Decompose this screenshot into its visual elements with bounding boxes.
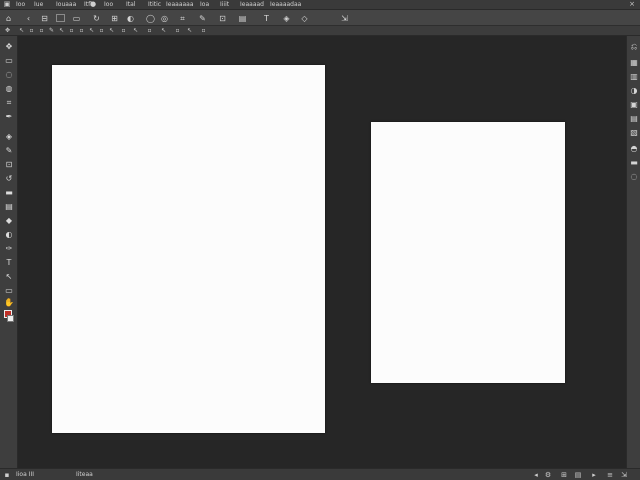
lasso-tool-icon[interactable]: ◌ [4, 70, 14, 79]
blur-tool-icon[interactable]: ◆ [4, 216, 14, 225]
options-bar: ⌂ ‹ ⊟ ▭ ↻ ⊞ ◐ ◯ ◎ ⌗ ✎ ⊡ ▤ T ◈ ◇ ⇲ [0, 10, 640, 26]
gradient-tool-icon[interactable]: ▤ [4, 202, 14, 211]
background-color-swatch[interactable] [7, 315, 14, 322]
libraries-panel-icon[interactable]: ◌ [629, 172, 639, 181]
grid-icon[interactable]: ⊞ [560, 471, 568, 479]
brush-tool-icon[interactable]: ✎ [4, 146, 14, 155]
document-canvas-left[interactable] [52, 65, 325, 433]
menu-icon[interactable]: ≡ [606, 471, 614, 479]
box-icon[interactable]: ▫ [120, 27, 127, 34]
document-canvas-right[interactable] [371, 122, 565, 383]
lasso-icon[interactable]: ◎ [160, 14, 169, 23]
marquee-tool-icon[interactable]: ▭ [4, 56, 14, 65]
panel-dock: ⎌ ▦ ▥ ◑ ▣ ▤ ▧ ◓ ▬ ◌ [626, 36, 640, 468]
brush-icon[interactable]: ✎ [48, 27, 55, 34]
box-icon[interactable]: ▫ [98, 27, 105, 34]
close-icon[interactable]: × [628, 1, 636, 8]
move-tool-icon[interactable]: ✥ [4, 27, 11, 34]
align-left-icon[interactable]: ⊟ [40, 14, 49, 23]
record-icon[interactable]: ● [89, 1, 97, 8]
adjustments-panel-icon[interactable]: ◑ [629, 86, 639, 95]
menu-item-7[interactable]: Ititic [148, 1, 161, 8]
box-icon[interactable]: ▫ [146, 27, 153, 34]
move-icon[interactable]: ‹ [24, 14, 33, 23]
rotate-icon[interactable]: ↻ [92, 14, 101, 23]
arrow-icon[interactable]: ↖ [160, 27, 167, 34]
home-icon[interactable]: ⌂ [4, 14, 13, 23]
info-icon: ▪ [4, 471, 10, 479]
crop-tool-icon[interactable]: ⌗ [4, 98, 14, 107]
menu-item-11[interactable]: Ieaaaad [240, 1, 264, 8]
crop-icon[interactable]: ⌗ [178, 14, 187, 23]
history-brush-icon[interactable]: ↺ [4, 174, 14, 183]
stamp-icon[interactable]: ⊡ [218, 14, 227, 23]
status-bar: ▪ Iioa III Iiteaa ◂ ⚙ ⊞ ▤ ▸ ≡ ⇲ [0, 468, 640, 480]
menu-item-3[interactable]: Iouaaa [56, 1, 76, 8]
tools-panel: ✥ ▭ ◌ ◍ ⌗ ✒ ◈ ✎ ⊡ ↺ ▬ ▤ ◆ ◐ ✑ T ↖ ▭ ✋ [0, 36, 18, 468]
expand-icon[interactable]: ⇲ [340, 14, 349, 23]
status-left-text: Iioa III [16, 471, 34, 478]
box-icon[interactable]: ▫ [200, 27, 207, 34]
menu-item-8[interactable]: Ieaaaaaa [166, 1, 194, 8]
clone-stamp-icon[interactable]: ⊡ [4, 160, 14, 169]
checkbox[interactable] [56, 14, 65, 22]
align-center-icon[interactable]: ▭ [72, 14, 81, 23]
arrow-right-icon[interactable]: ▸ [590, 471, 598, 479]
shape-tool-icon[interactable]: ▭ [4, 286, 14, 295]
arrow-icon[interactable]: ↖ [132, 27, 139, 34]
settings-icon[interactable]: ⚙ [544, 471, 552, 479]
grid-icon[interactable]: ⊞ [110, 14, 119, 23]
arrow-icon[interactable]: ↖ [88, 27, 95, 34]
eyedropper-icon[interactable]: ✒ [4, 112, 14, 121]
menu-item-5[interactable]: Ioo [104, 1, 113, 8]
layers-icon[interactable]: ▤ [574, 471, 582, 479]
tool-presets-strip: ✥ ↖ ▫ ▫ ✎ ↖ ▫ ▫ ↖ ▫ ↖ ▫ ↖ ▫ ↖ ▫ ↖ ▫ [0, 26, 640, 36]
arrow-icon[interactable]: ↖ [186, 27, 193, 34]
box-icon[interactable]: ▫ [78, 27, 85, 34]
menu-item-10[interactable]: Iiiit [220, 1, 229, 8]
shape-icon[interactable]: ◇ [300, 14, 309, 23]
gradient-icon[interactable]: ▤ [238, 14, 247, 23]
arrow-icon[interactable]: ↖ [108, 27, 115, 34]
menu-item-2[interactable]: Iue [34, 1, 43, 8]
ellipse-icon[interactable]: ◯ [146, 14, 155, 23]
menu-item-6[interactable]: Ital [126, 1, 135, 8]
brush-icon[interactable]: ✎ [198, 14, 207, 23]
path-icon[interactable]: ◈ [282, 14, 291, 23]
select-icon[interactable]: ◐ [126, 14, 135, 23]
arrow-left-icon[interactable]: ◂ [532, 471, 540, 479]
path-select-icon[interactable]: ↖ [4, 272, 14, 281]
zoom-label[interactable]: Iiteaa [76, 471, 93, 479]
eraser-tool-icon[interactable]: ▬ [4, 188, 14, 197]
box-icon[interactable]: ▫ [68, 27, 75, 34]
menu-item-1[interactable]: Ioo [16, 1, 25, 8]
canvas-workspace[interactable] [18, 36, 626, 468]
box-icon[interactable]: ▫ [38, 27, 45, 34]
dodge-tool-icon[interactable]: ◐ [4, 230, 14, 239]
app-logo-icon[interactable]: ▣ [3, 1, 11, 8]
styles-panel-icon[interactable]: ▣ [629, 100, 639, 109]
properties-panel-icon[interactable]: ▬ [629, 158, 639, 167]
arrow-icon[interactable]: ↖ [58, 27, 65, 34]
box-icon[interactable]: ▫ [174, 27, 181, 34]
history-panel-icon[interactable]: ⎌ [629, 42, 639, 51]
type-tool-icon[interactable]: T [4, 258, 14, 267]
menu-item-9[interactable]: Ioa [200, 1, 209, 8]
type-icon[interactable]: T [262, 14, 271, 23]
arrow-icon[interactable]: ↖ [18, 27, 25, 34]
box-icon[interactable]: ▫ [28, 27, 35, 34]
swatches-panel-icon[interactable]: ▥ [629, 72, 639, 81]
paths-panel-icon[interactable]: ◓ [629, 144, 639, 153]
layers-panel-icon[interactable]: ▤ [629, 114, 639, 123]
move-tool-icon[interactable]: ✥ [4, 42, 14, 51]
color-panel-icon[interactable]: ▦ [629, 58, 639, 67]
pen-tool-icon[interactable]: ✑ [4, 244, 14, 253]
healing-brush-icon[interactable]: ◈ [4, 132, 14, 141]
menu-bar: ▣ Ioo Iue Iouaaa Itfl ● Ioo Ital Ititic … [0, 0, 640, 10]
expand-icon[interactable]: ⇲ [620, 471, 628, 479]
channels-panel-icon[interactable]: ▧ [629, 128, 639, 137]
menu-item-12[interactable]: Ieaaaadaa [270, 1, 301, 8]
hand-tool-icon[interactable]: ✋ [4, 298, 14, 307]
quick-select-icon[interactable]: ◍ [4, 84, 14, 93]
